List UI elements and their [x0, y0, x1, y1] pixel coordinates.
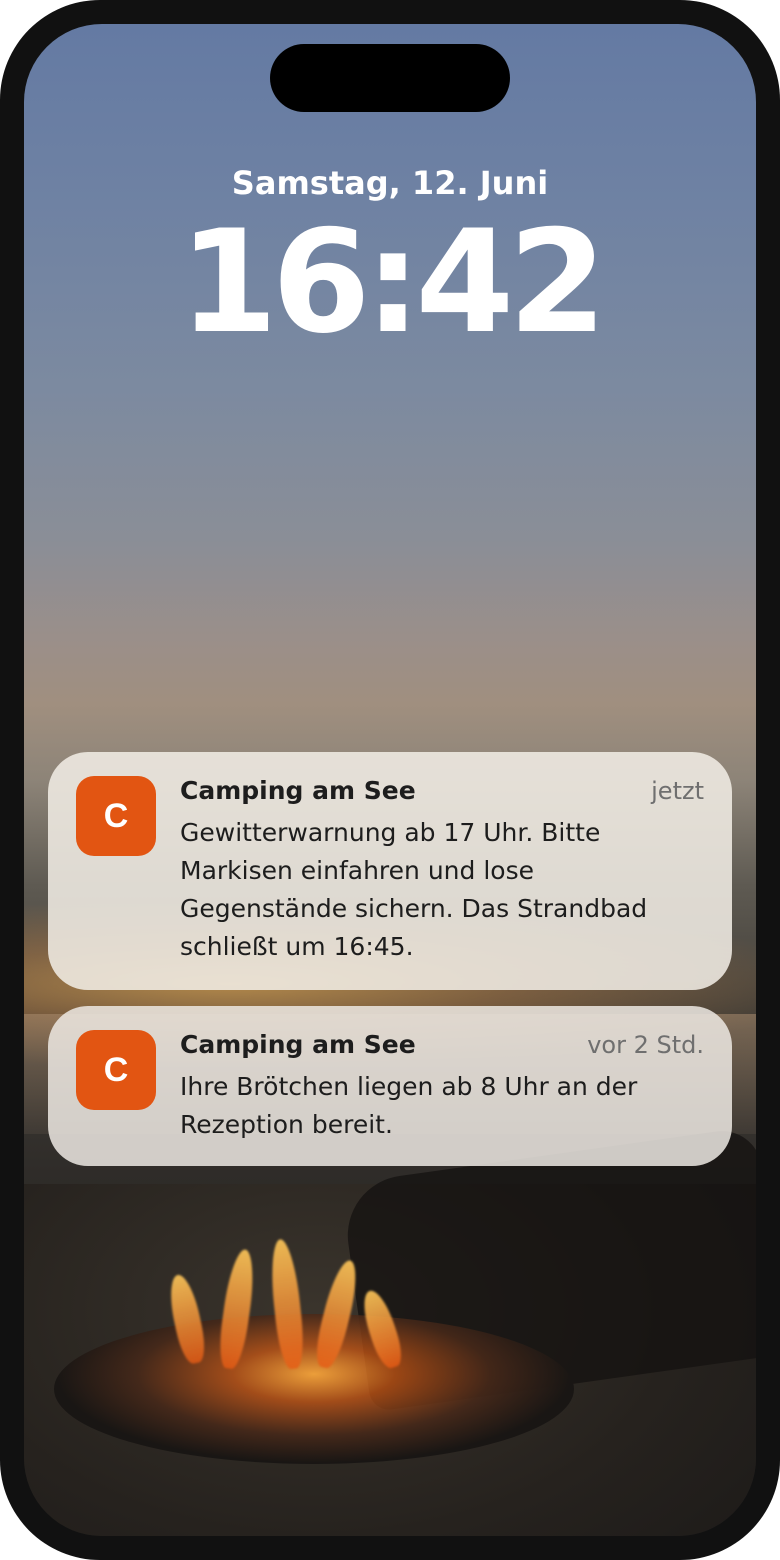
lock-time: 16:42	[178, 200, 607, 365]
dynamic-island	[270, 44, 510, 112]
notification-timestamp: jetzt	[651, 777, 704, 805]
app-icon: C	[76, 776, 156, 856]
notification-header: Camping am See jetzt	[180, 776, 704, 812]
notification-app-name: Camping am See	[180, 776, 416, 805]
notification-header: Camping am See vor 2 Std.	[180, 1030, 704, 1066]
notification-app-name: Camping am See	[180, 1030, 416, 1059]
phone-frame: Samstag, 12. Juni 16:42 C Camping am See…	[0, 0, 780, 1560]
notification-timestamp: vor 2 Std.	[587, 1031, 704, 1059]
notification-card[interactable]: C Camping am See vor 2 Std. Ihre Brötche…	[48, 1006, 732, 1166]
lock-screen: Samstag, 12. Juni 16:42 C Camping am See…	[24, 24, 756, 1536]
fire-pit	[54, 1314, 574, 1464]
notification-card[interactable]: C Camping am See jetzt Gewitterwarnung a…	[48, 752, 732, 990]
notification-message: Gewitterwarnung ab 17 Uhr. Bitte Markise…	[180, 818, 648, 961]
lock-date: Samstag, 12. Juni	[231, 164, 549, 202]
notification-message: Ihre Brötchen liegen ab 8 Uhr an der Rez…	[180, 1072, 638, 1139]
app-icon: C	[76, 1030, 156, 1110]
